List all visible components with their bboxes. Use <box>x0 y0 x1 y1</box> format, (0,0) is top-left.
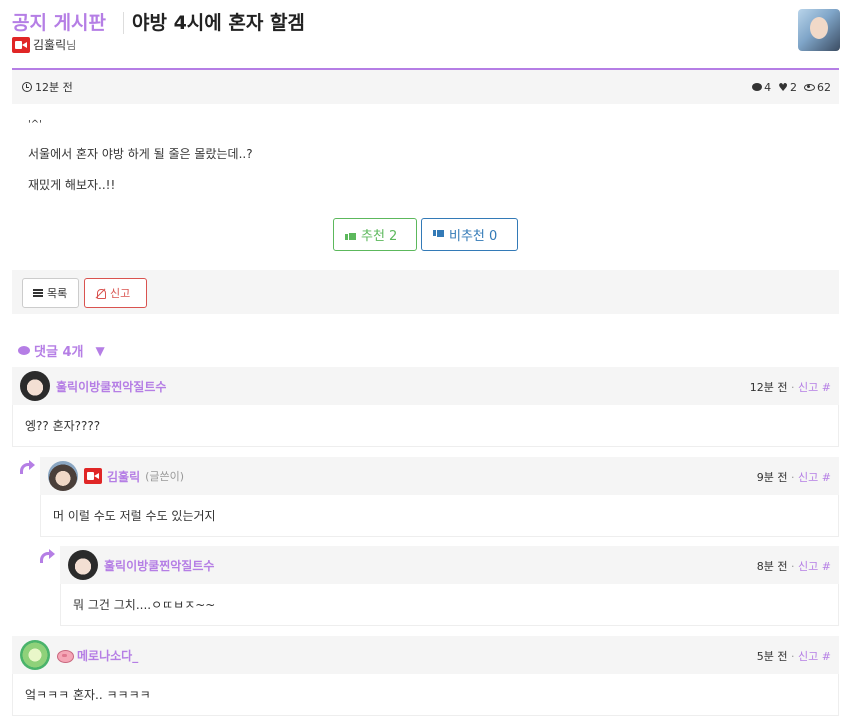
clock-icon <box>22 82 32 92</box>
comment-permalink[interactable]: # <box>822 560 831 573</box>
post-time: 12분 전 <box>22 79 73 95</box>
post-body-line: 재밌게 해보자..!! <box>28 177 116 192</box>
post-body-line: '^' <box>28 119 42 130</box>
post-stats: 4 ♥ 2 62 <box>752 81 831 94</box>
comments-count-label: 댓글 4개 <box>34 345 84 360</box>
comment-reply-item: 훌릭이방쿨찐악질트수 8분 전 · 신고 # 뭐 그건 그치....ㅇㄸㅂㅈ~~ <box>60 546 839 626</box>
post-header: 공지 게시판 야방 4시에 혼자 할겜 김훌릭 님 <box>12 6 840 64</box>
comment-icon <box>752 83 763 91</box>
comment-bubble-icon <box>18 346 30 355</box>
board-name-link[interactable]: 공지 게시판 <box>12 8 106 35</box>
caret-down-icon: ▼ <box>95 343 105 358</box>
upvote-button[interactable]: 추천 2 <box>333 218 417 251</box>
post-time-text: 12분 전 <box>35 81 73 94</box>
report-button[interactable]: 신고 <box>84 278 147 308</box>
reply-arrow-icon <box>40 548 55 563</box>
downvote-label: 비추천 0 <box>449 229 498 244</box>
comment-header: 김훌릭 (글쓴이) 9분 전 · 신고 # <box>40 457 839 495</box>
view-count: 62 <box>804 81 831 94</box>
comment-header: 훌릭이방쿨찐악질트수 12분 전 · 신고 # <box>12 367 839 405</box>
comment-header: 훌릭이방쿨찐악질트수 8분 전 · 신고 # <box>60 546 839 584</box>
pig-level-icon <box>56 648 74 663</box>
bell-slash-icon <box>95 288 106 299</box>
comment-report-link[interactable]: 신고 <box>798 471 818 484</box>
post-container: 12분 전 4 ♥ 2 62 '^' 서울에서 혼자 야방 하게 될 줄은 몰랐… <box>12 68 839 314</box>
comment-time: 9분 전 <box>756 471 788 484</box>
author-name[interactable]: 김훌릭 <box>33 36 66 53</box>
eye-icon <box>804 83 815 91</box>
post-actions: 목록 신고 <box>12 270 839 316</box>
list-label: 목록 <box>47 287 68 300</box>
upvote-label: 추천 2 <box>361 229 398 244</box>
comment-meta: 12분 전 · 신고 # <box>749 381 831 394</box>
comment-time: 5분 전 <box>756 650 788 663</box>
comment-count-value: 4 <box>764 80 772 94</box>
like-count-value: 2 <box>790 80 797 94</box>
downvote-button[interactable]: 비추천 0 <box>421 218 518 251</box>
comment-reply-item: 김훌릭 (글쓴이) 9분 전 · 신고 # 머 이럴 수도 저럴 수도 있는거지 <box>40 457 839 537</box>
thumbs-up-icon <box>345 229 356 240</box>
comment-permalink[interactable]: # <box>822 650 831 663</box>
comment-time: 8분 전 <box>756 560 788 573</box>
comment-header: 메로나소다_ 5분 전 · 신고 # <box>12 636 839 674</box>
author-avatar[interactable] <box>798 9 840 51</box>
writer-tag: (글쓴이) <box>145 470 185 483</box>
comment-report-link[interactable]: 신고 <box>798 381 818 394</box>
comment-permalink[interactable]: # <box>822 471 831 484</box>
comment-report-link[interactable]: 신고 <box>798 650 818 663</box>
commenter-avatar[interactable] <box>20 371 50 401</box>
streamer-camera-icon <box>12 36 30 53</box>
commenter-name[interactable]: 훌릭이방쿨찐악질트수 <box>104 557 214 574</box>
comment-body: 뭐 그건 그치....ㅇㄸㅂㅈ~~ <box>60 584 839 626</box>
comment-item: 훌릭이방쿨찐악질트수 12분 전 · 신고 # 엥?? 혼자???? <box>12 367 839 447</box>
report-label: 신고 <box>110 287 131 300</box>
comment-item: 메로나소다_ 5분 전 · 신고 # 엌ㅋㅋㅋ 혼자.. ㅋㅋㅋㅋ <box>12 636 839 716</box>
commenter-avatar[interactable] <box>48 461 78 491</box>
comment-body: 엥?? 혼자???? <box>12 405 839 447</box>
comment-meta: 8분 전 · 신고 # <box>756 560 831 573</box>
title-divider <box>123 12 124 34</box>
vote-row: 추천 2 비추천 0 <box>12 218 839 251</box>
heart-icon: ♥ <box>778 80 788 94</box>
comment-count: 4 <box>752 81 771 94</box>
comment-body: 머 이럴 수도 저럴 수도 있는거지 <box>40 495 839 537</box>
commenter-avatar[interactable] <box>68 550 98 580</box>
thumbs-down-icon <box>433 229 444 240</box>
view-count-value: 62 <box>817 80 831 94</box>
commenter-name[interactable]: 훌릭이방쿨찐악질트수 <box>56 378 166 395</box>
comment-body: 엌ㅋㅋㅋ 혼자.. ㅋㅋㅋㅋ <box>12 674 839 716</box>
list-button[interactable]: 목록 <box>22 278 79 308</box>
commenter-name[interactable]: 메로나소다_ <box>77 647 138 664</box>
comments-toggle[interactable]: 댓글 4개 ▼ <box>18 341 105 360</box>
post-meta-bar: 12분 전 4 ♥ 2 62 <box>12 70 839 104</box>
commenter-avatar[interactable] <box>20 640 50 670</box>
comment-permalink[interactable]: # <box>822 381 831 394</box>
streamer-camera-icon <box>84 468 102 484</box>
like-count: ♥ 2 <box>778 81 797 94</box>
post-author: 김훌릭 님 <box>12 36 76 53</box>
comment-report-link[interactable]: 신고 <box>798 560 818 573</box>
commenter-name[interactable]: 김훌릭 <box>107 468 140 485</box>
reply-arrow-icon <box>20 459 35 474</box>
post-body: '^' 서울에서 혼자 야방 하게 될 줄은 몰랐는데..? 재밌게 해보자..… <box>12 104 839 270</box>
post-title: 야방 4시에 혼자 할겜 <box>132 12 305 34</box>
comment-meta: 5분 전 · 신고 # <box>756 650 831 663</box>
post-body-line: 서울에서 혼자 야방 하게 될 줄은 몰랐는데..? <box>28 147 253 161</box>
comment-meta: 9분 전 · 신고 # <box>756 471 831 484</box>
comment-time: 12분 전 <box>749 381 788 394</box>
author-suffix: 님 <box>66 38 77 52</box>
list-icon <box>33 289 43 297</box>
